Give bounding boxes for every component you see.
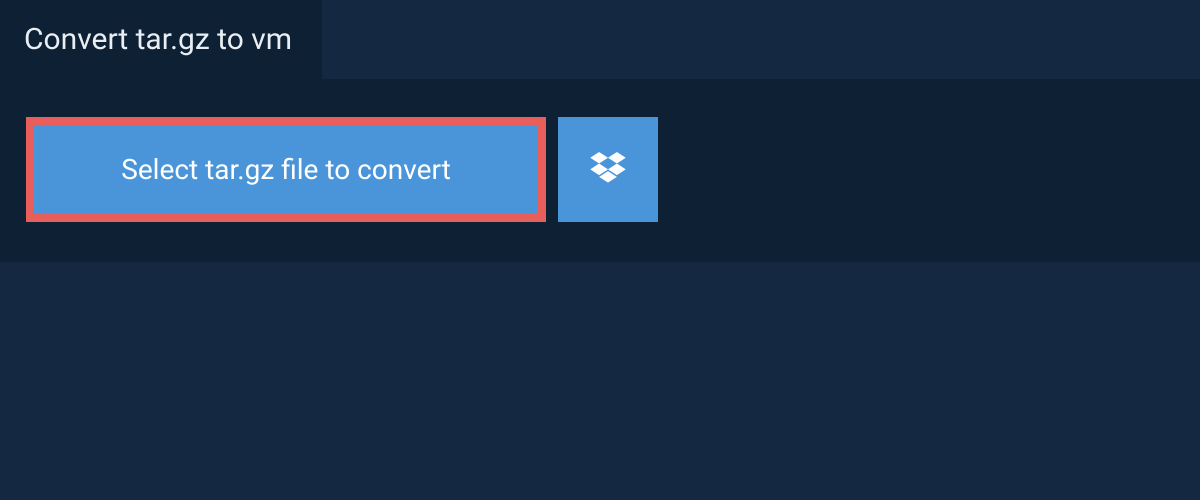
file-select-row: Select tar.gz file to convert	[26, 117, 1174, 222]
dropbox-button[interactable]	[558, 117, 658, 222]
tab-title: Convert tar.gz to vm	[24, 22, 292, 57]
main-panel: Select tar.gz file to convert	[0, 79, 1200, 262]
dropbox-icon	[590, 152, 626, 188]
select-file-label: Select tar.gz file to convert	[121, 153, 451, 186]
tab-active[interactable]: Convert tar.gz to vm	[0, 0, 322, 79]
select-file-button[interactable]: Select tar.gz file to convert	[26, 117, 546, 222]
tab-bar: Convert tar.gz to vm	[0, 0, 1200, 79]
